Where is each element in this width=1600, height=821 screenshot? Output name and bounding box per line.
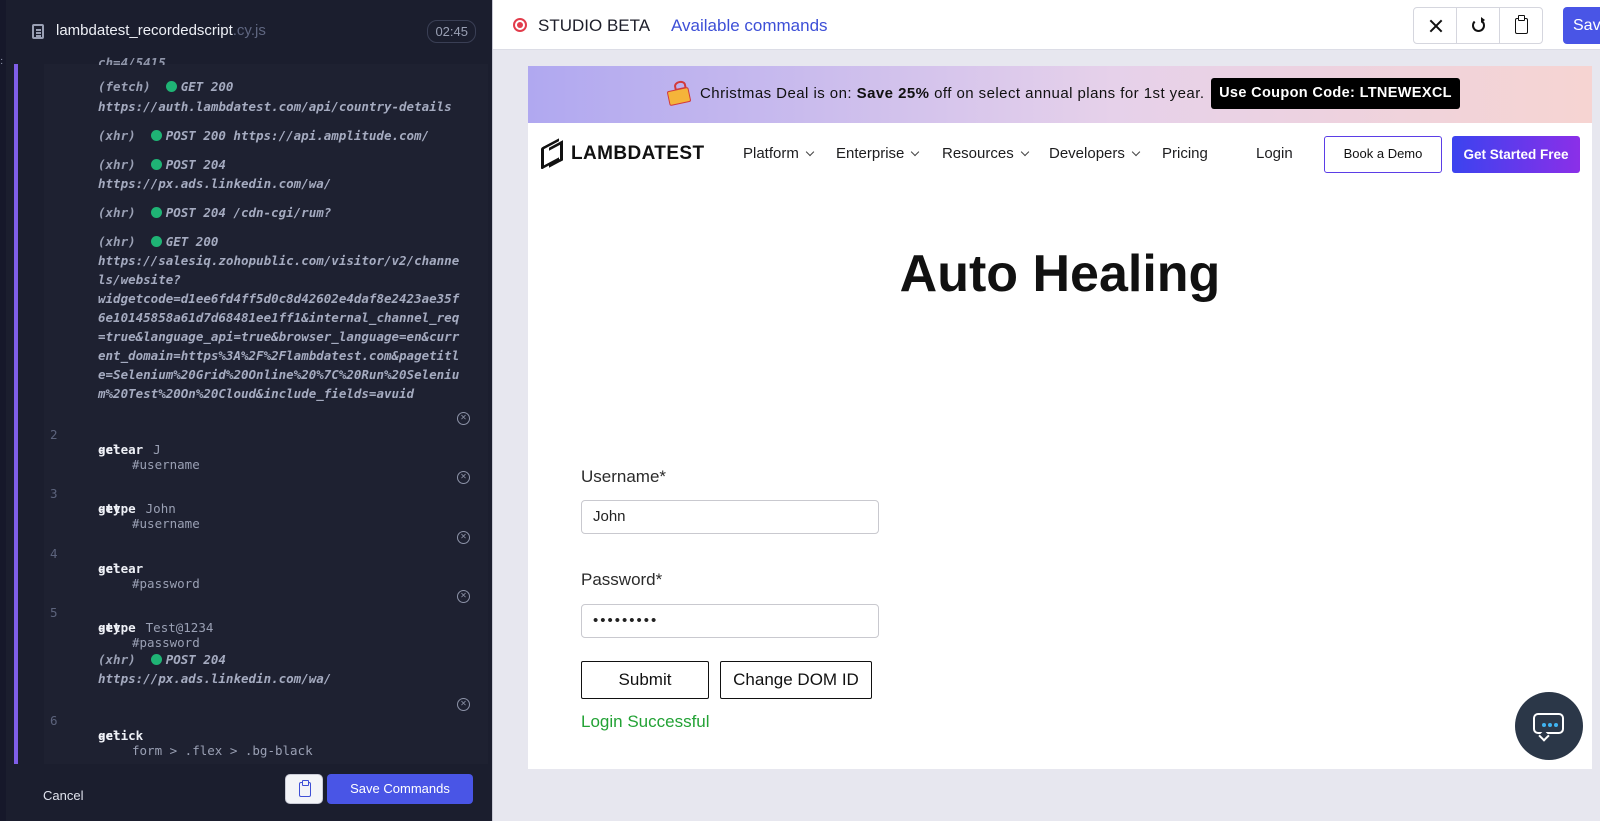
command-log: ch=4/5415 (fetch) GET 200 https://auth.l… <box>14 55 488 764</box>
refresh-icon <box>1472 17 1485 32</box>
username-input[interactable]: John <box>581 500 879 534</box>
nav-resources[interactable]: Resources <box>942 145 1029 162</box>
remove-command-icon[interactable]: ✕ <box>457 590 470 603</box>
spec-file-name[interactable]: lambdatest_recordedscript.cy.js <box>56 22 266 39</box>
remove-command-icon[interactable]: ✕ <box>457 698 470 711</box>
chevron-down-icon <box>805 147 815 157</box>
log-entry-url: ls/website? <box>98 272 181 287</box>
log-entry-url: https://salesiq.zohopublic.com/visitor/v… <box>98 253 460 268</box>
panel-divider <box>492 0 493 821</box>
close-studio-button[interactable] <box>1413 7 1457 44</box>
save-commands-button[interactable]: Save Commands <box>327 774 473 804</box>
site-logo[interactable]: LAMBDATEST <box>571 143 704 165</box>
studio-toolbar: STUDIO BETA Available commands Save <box>493 0 1600 50</box>
nav-login[interactable]: Login <box>1256 145 1293 162</box>
remove-command-icon[interactable]: ✕ <box>457 531 470 544</box>
command-subrow[interactable]: -type Test@1234 <box>98 620 213 635</box>
status-dot-icon <box>150 236 162 247</box>
status-dot-icon <box>150 159 162 170</box>
nav-pricing[interactable]: Pricing <box>1162 145 1208 162</box>
status-dot-icon <box>150 207 162 218</box>
log-entry-fetch[interactable]: (fetch) GET 200 <box>98 77 233 96</box>
password-label: Password* <box>581 570 663 589</box>
change-dom-id-button[interactable]: Change DOM ID <box>720 661 872 699</box>
command-subrow[interactable]: -click <box>98 728 153 743</box>
command-row[interactable]: 6 get form > .flex > .bg-black <box>50 698 450 758</box>
log-entry-xhr[interactable]: (xhr) POST 204 /cdn-cgi/rum? <box>98 203 331 222</box>
studio-title: STUDIO BETA <box>538 16 651 35</box>
chat-widget-button[interactable] <box>1515 692 1583 760</box>
command-row[interactable]: 2 get #username <box>50 412 450 472</box>
status-dot-icon <box>150 130 162 141</box>
lambdatest-logo-icon[interactable] <box>541 138 565 170</box>
status-dot-icon <box>165 81 177 92</box>
log-entry-url: ent_domain=https%3A%2F%2Flambdatest.com&… <box>98 348 460 363</box>
command-row[interactable]: 5 get #password <box>50 590 450 650</box>
log-entry-xhr[interactable]: (xhr) POST 204 <box>98 155 226 174</box>
log-entry-xhr[interactable]: (xhr) POST 204 <box>98 650 226 669</box>
nav-enterprise[interactable]: Enterprise <box>836 145 920 162</box>
clipped-log-line: ch=4/5415 <box>98 55 166 65</box>
nav-platform[interactable]: Platform <box>743 145 815 162</box>
spec-file-header: lambdatest_recordedscript.cy.js 02:45 <box>16 0 492 64</box>
chevron-down-icon <box>1020 147 1029 157</box>
username-label: Username* <box>581 467 667 486</box>
command-log-accent <box>14 64 18 764</box>
command-subrow[interactable]: -clear <box>98 561 153 576</box>
panel-resize-edge[interactable]: · · <box>0 0 6 821</box>
nav-developers[interactable]: Developers <box>1049 145 1141 162</box>
command-subrow[interactable]: -clear J <box>98 442 161 457</box>
command-row[interactable]: 3 get #username <box>50 471 450 531</box>
run-duration-badge: 02:45 <box>427 20 476 43</box>
available-commands-link[interactable]: Available commands <box>671 16 828 36</box>
chevron-down-icon <box>911 147 920 157</box>
log-entry-url: widgetcode=d1ee6fd4ff5d0c8d42602e4daf8e2… <box>98 291 460 306</box>
command-subrow[interactable]: -type John <box>98 501 176 516</box>
log-entry-url: https://px.ads.linkedin.com/wa/ <box>98 671 332 686</box>
copy-button[interactable] <box>1499 7 1543 44</box>
remove-command-icon[interactable]: ✕ <box>457 471 470 484</box>
record-icon <box>513 18 527 32</box>
copy-commands-button[interactable] <box>285 774 323 804</box>
log-entry-xhr[interactable]: (xhr) GET 200 <box>98 232 218 251</box>
cancel-button[interactable]: Cancel <box>43 788 83 803</box>
log-entry-url: https://auth.lambdatest.com/api/country-… <box>98 99 452 114</box>
promo-banner: Christmas Deal is on: Save 25% off on se… <box>528 66 1592 123</box>
promo-text: Christmas Deal is on: Save 25% off on se… <box>700 85 1205 102</box>
studio-footer: Cancel Save Commands <box>16 764 492 821</box>
cypress-studio-panel: · · lambdatest_recordedscript.cy.js 02:45… <box>0 0 492 821</box>
status-dot-icon <box>150 654 162 665</box>
remove-command-icon[interactable]: ✕ <box>457 412 470 425</box>
save-button[interactable]: Save <box>1563 7 1600 44</box>
command-row[interactable]: 4 get #password <box>50 531 450 591</box>
clipboard-icon <box>299 780 311 797</box>
login-success-message: Login Successful <box>581 712 710 731</box>
get-started-button[interactable]: Get Started Free <box>1452 136 1580 173</box>
clipboard-icon <box>1515 15 1528 34</box>
log-entry-url: e=Selenium%20Grid%20Online%20%7C%20Run%2… <box>98 367 460 382</box>
book-demo-button[interactable]: Book a Demo <box>1324 136 1442 173</box>
app-under-test: Christmas Deal is on: Save 25% off on se… <box>528 66 1592 769</box>
log-entry-url: https://px.ads.linkedin.com/wa/ <box>98 176 332 191</box>
coupon-code-button[interactable]: Use Coupon Code: LTNEWEXCL <box>1211 78 1460 109</box>
site-navbar: LAMBDATEST Platform Enterprise Resources… <box>528 123 1592 187</box>
log-entry-url: 6e10145858a61d7d68481ee1ff1&internal_cha… <box>98 310 460 325</box>
password-input[interactable]: ••••••••• <box>581 604 879 638</box>
restart-button[interactable] <box>1456 7 1500 44</box>
gift-icon <box>666 79 692 107</box>
file-icon <box>32 24 44 39</box>
submit-button[interactable]: Submit <box>581 661 709 699</box>
log-entry-url: m%20Test%20On%20Cloud&include_fields=avu… <box>98 386 415 401</box>
chevron-down-icon <box>1131 147 1141 157</box>
log-entry-url: =true&language_api=true&browser_language… <box>98 329 460 344</box>
log-entry-xhr[interactable]: (xhr) POST 200 https://api.amplitude.com… <box>98 126 429 145</box>
page-title: Auto Healing <box>899 245 1221 303</box>
